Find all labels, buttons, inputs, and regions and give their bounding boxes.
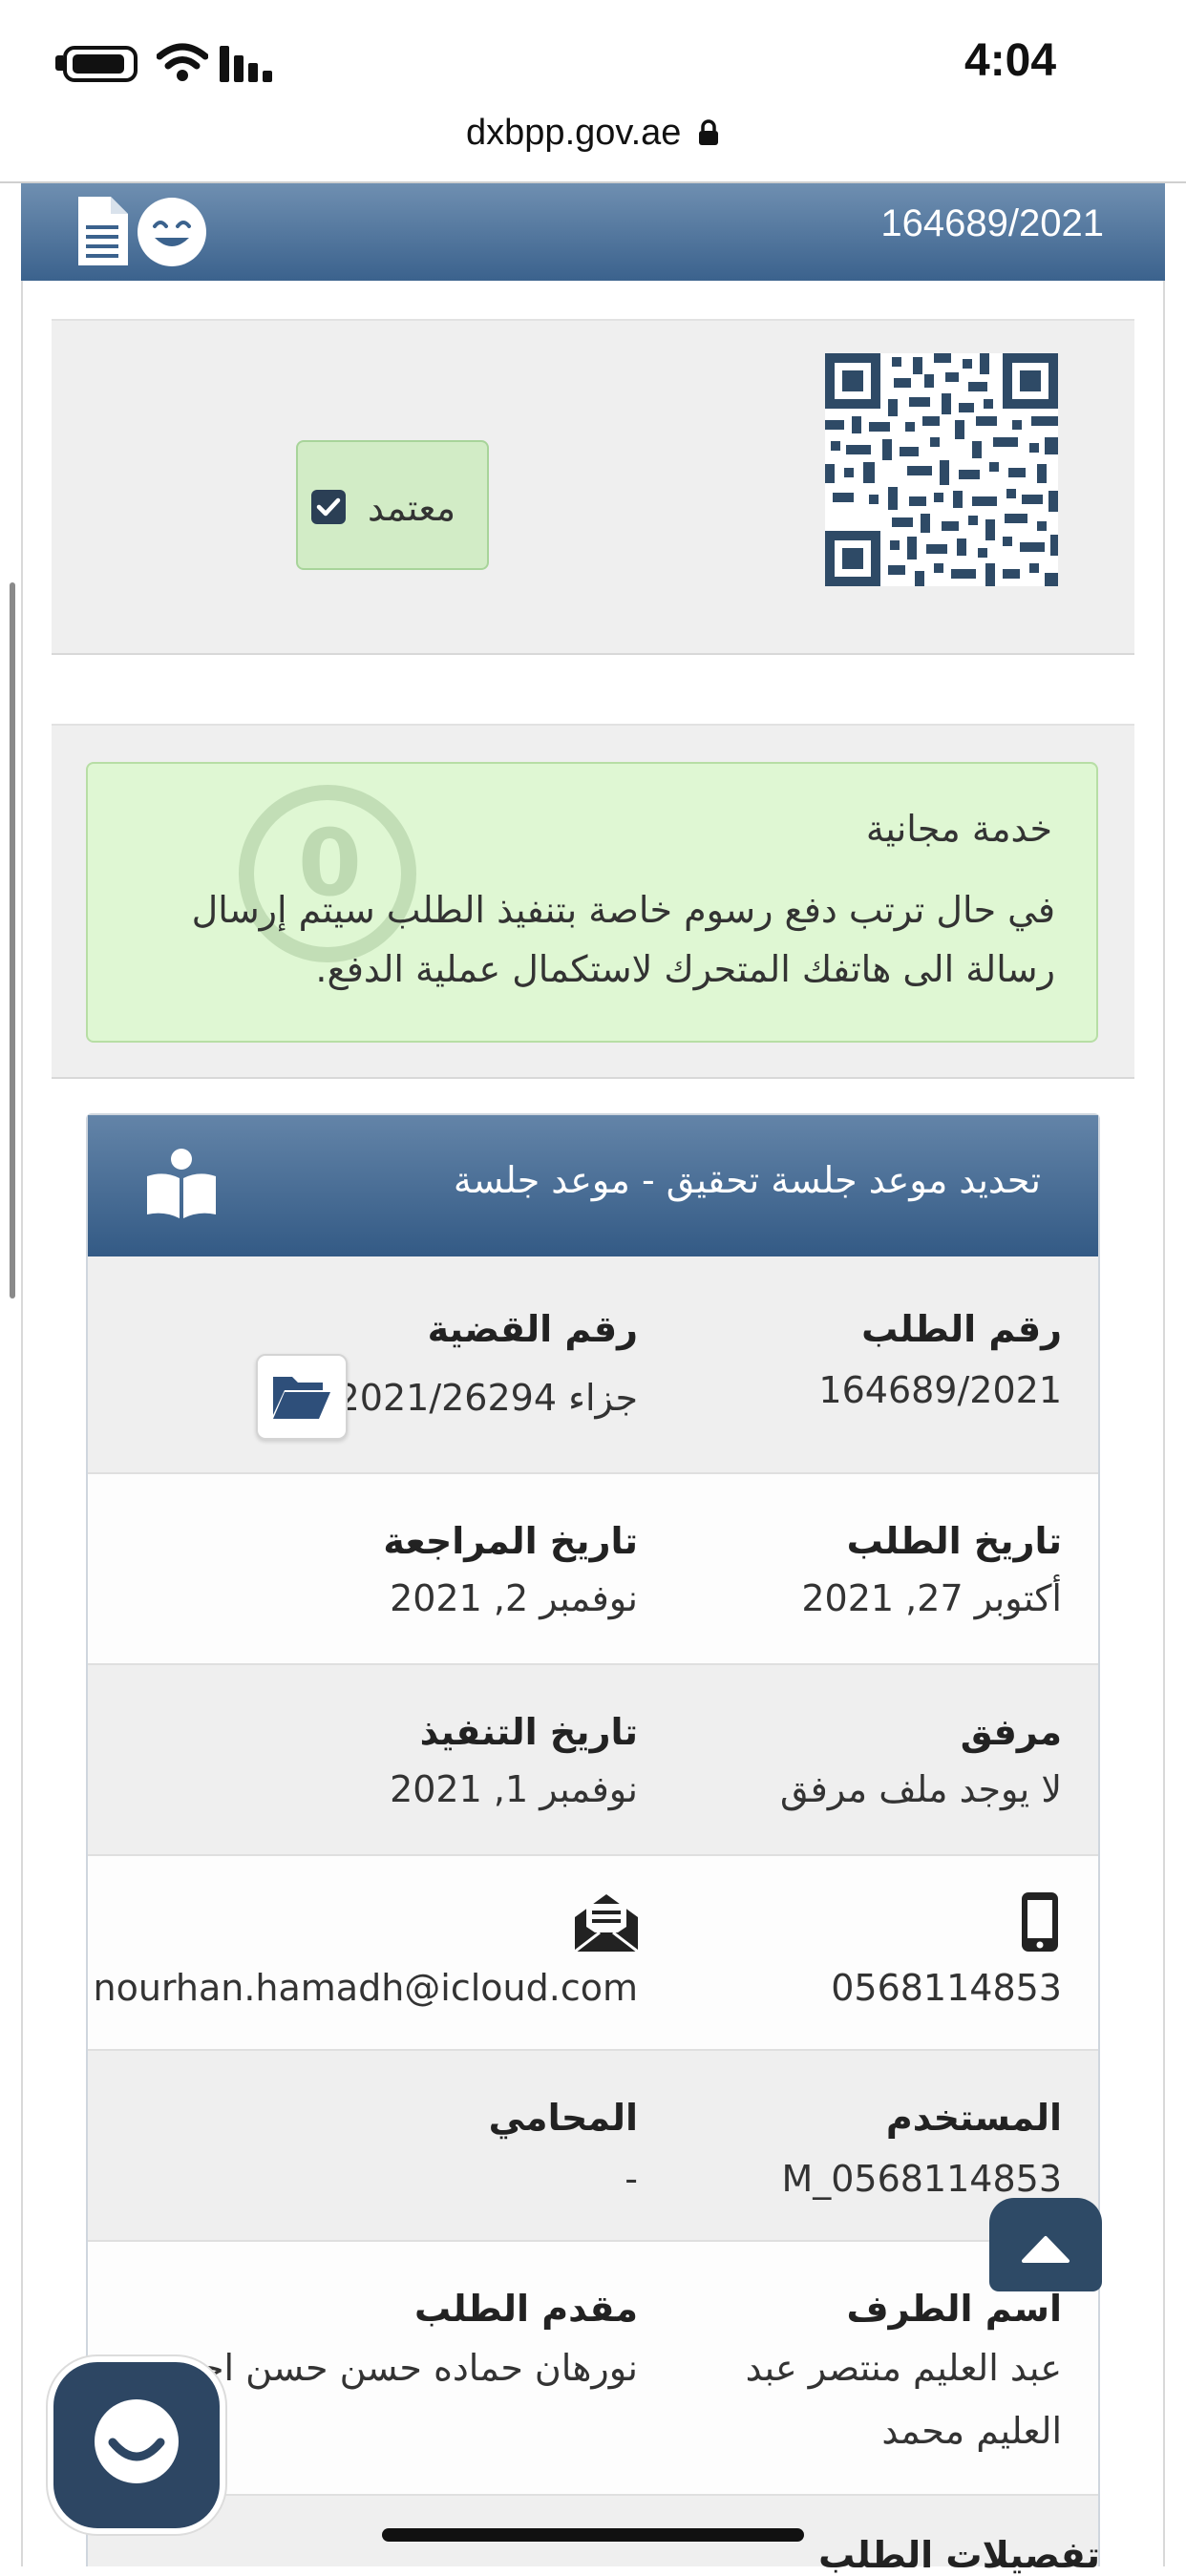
status-clock: 4:04 — [964, 35, 1057, 86]
page-scrollbar[interactable] — [10, 582, 15, 1299]
battery-level — [73, 54, 124, 74]
user-value: M_0568114853 — [781, 2158, 1062, 2200]
home-indicator[interactable] — [382, 2528, 804, 2542]
notice-body: في حال ترتب دفع رسوم خاصة بتنفيذ الطلب س… — [191, 889, 1055, 990]
case-number-value: جزاء 2021/26294 — [336, 1377, 638, 1419]
email-value[interactable]: nourhan.hamadh@icloud.com — [94, 1967, 638, 2009]
case-number-label: رقم القضية — [427, 1308, 638, 1350]
folder-open-icon — [273, 1377, 330, 1419]
details-row-user — [88, 2051, 1098, 2242]
notice-title: خدمة مجانية — [865, 808, 1052, 850]
phone-value: 0568114853 — [831, 1967, 1062, 2009]
applicant-value: نورهان حماده حسن حسن احمد — [161, 2347, 638, 2389]
mobile-phone-icon — [1022, 1892, 1058, 1952]
cellular-signal-icon — [220, 46, 272, 82]
caret-up-icon — [1022, 2236, 1070, 2263]
applicant-label: مقدم الطلب — [414, 2288, 638, 2330]
request-date-value: أكتوبر 27, 2021 — [801, 1577, 1062, 1619]
battery-nub-icon — [55, 55, 63, 71]
lock-icon — [698, 119, 718, 145]
checkbox-checked-icon — [311, 490, 346, 524]
lawyer-value: - — [625, 2158, 638, 2200]
document-icon[interactable] — [74, 195, 130, 267]
user-label: المستخدم — [885, 2097, 1062, 2139]
request-number-label: رقم الطلب — [861, 1308, 1062, 1350]
review-date-value: نوفمبر 2, 2021 — [390, 1577, 638, 1619]
details-row-contact — [88, 1856, 1098, 2051]
party-name-value-line2: العليم محمد — [881, 2410, 1062, 2452]
request-details-section-label: تفصيلات الطلب — [818, 2534, 1100, 2576]
header-request-number: 164689/2021 — [880, 202, 1104, 244]
party-name-label: اسم الطرف — [846, 2288, 1062, 2330]
qr-code — [825, 353, 1058, 586]
details-row-attachment — [88, 1665, 1098, 1856]
request-date-label: تاريخ الطلب — [846, 1520, 1062, 1562]
attachment-label: مرفق — [960, 1711, 1062, 1753]
execution-date-label: تاريخ التنفيذ — [419, 1711, 638, 1753]
attachment-value: لا يوجد ملف مرفق — [779, 1768, 1062, 1810]
card-title: تحديد موعد جلسة تحقيق - موعد جلسة — [453, 1159, 1041, 1201]
envelope-open-icon — [574, 1894, 639, 1953]
review-date-label: تاريخ المراجعة — [383, 1520, 638, 1562]
approved-label: معتمد — [368, 487, 456, 529]
url-bar[interactable]: dxbpp.gov.ae — [0, 113, 1186, 154]
open-book-icon — [147, 1149, 216, 1218]
chat-smile-icon — [95, 2399, 179, 2483]
details-row-dates — [88, 1474, 1098, 1665]
url-text: dxbpp.gov.ae — [466, 113, 682, 153]
request-number-value: 164689/2021 — [818, 1369, 1062, 1411]
wifi-icon — [157, 43, 208, 81]
details-row-request-case — [88, 1256, 1098, 1474]
smile-icon[interactable] — [136, 196, 208, 268]
party-name-value-line1: عبد العليم منتصر عبد — [745, 2347, 1062, 2389]
lawyer-label: المحامي — [488, 2097, 638, 2139]
battery-icon — [63, 46, 138, 82]
execution-date-value: نوفمبر 1, 2021 — [390, 1768, 638, 1810]
